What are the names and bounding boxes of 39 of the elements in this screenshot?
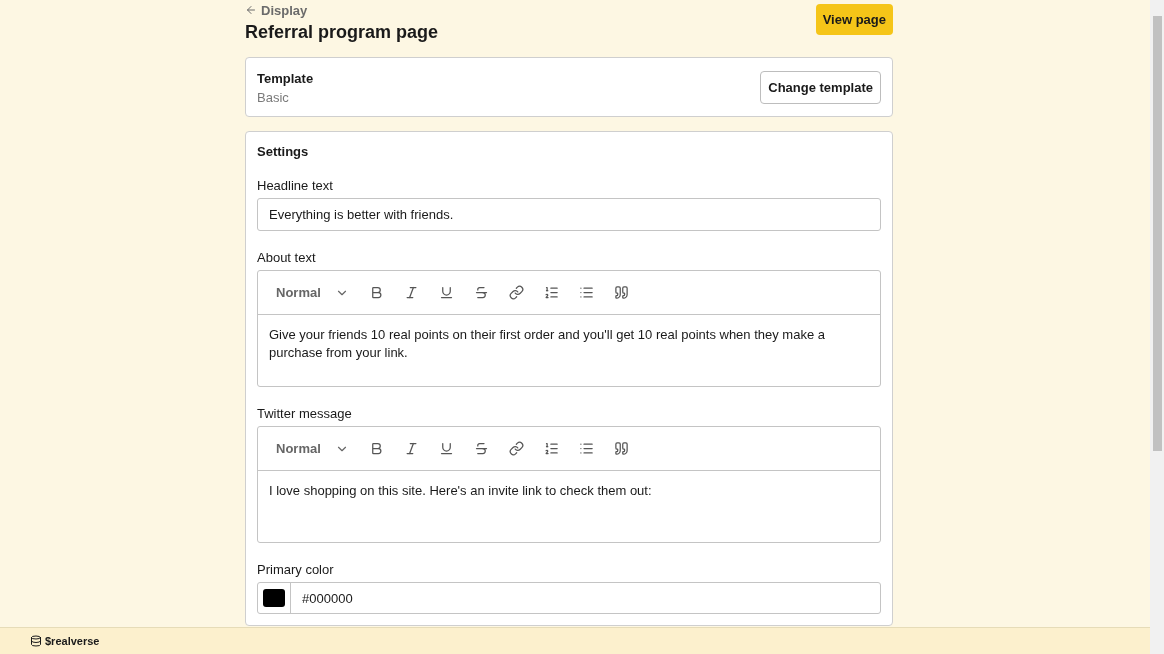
rich-text-editor[interactable]: Normal Give your friends 10 real points on their first order and you'll get 10 real points when they make a purchase from your link. xyxy=(257,270,881,387)
field-label: About text xyxy=(257,250,317,265)
brand-name: $realverse xyxy=(45,635,100,647)
bullet-list-button[interactable] xyxy=(578,441,594,456)
editor-text: Give your friends 10 real points on their first order and you'll get 10 real points when they make a purchase from your link. xyxy=(268,326,826,362)
change-template-button[interactable]: Change template xyxy=(760,70,881,104)
format-dropdown[interactable]: Normal xyxy=(276,285,349,300)
back-link[interactable]: Display xyxy=(245,2,308,18)
rich-text-editor[interactable]: Normal I love shopping on this site. Here's an invite link to check them out: xyxy=(257,426,881,543)
database-icon xyxy=(30,635,42,647)
input-field[interactable]: Everything is better with friends. xyxy=(257,198,881,231)
link-button[interactable] xyxy=(508,285,524,300)
underline-button[interactable] xyxy=(438,441,454,456)
field-label: Primary color xyxy=(257,562,335,577)
color-swatch[interactable] xyxy=(263,589,285,607)
numbered-list-button[interactable] xyxy=(543,441,559,456)
field-label: Headline text xyxy=(257,178,334,193)
quote-button[interactable] xyxy=(613,441,629,456)
view-page-button[interactable]: View page xyxy=(815,4,893,35)
italic-button[interactable] xyxy=(403,285,419,300)
strikethrough-button[interactable] xyxy=(473,285,489,300)
strikethrough-button[interactable] xyxy=(473,441,489,456)
arrow-left-icon xyxy=(245,4,257,16)
quote-button[interactable] xyxy=(613,285,629,300)
scrollbar[interactable] xyxy=(1150,0,1164,654)
page-title: Referral program page xyxy=(245,22,439,43)
editor-text: I love shopping on this site. Here's an invite link to check them out: xyxy=(268,482,653,500)
link-button[interactable] xyxy=(508,441,524,456)
underline-button[interactable] xyxy=(438,285,454,300)
italic-button[interactable] xyxy=(403,441,419,456)
settings-title: Settings xyxy=(257,144,310,159)
format-dropdown[interactable]: Normal xyxy=(276,441,349,456)
template-value: Basic xyxy=(257,90,290,105)
bullet-list-button[interactable] xyxy=(578,285,594,300)
numbered-list-button[interactable] xyxy=(543,285,559,300)
color-value: #000000 xyxy=(301,590,353,606)
field-label: Twitter message xyxy=(257,406,353,421)
template-label: Template xyxy=(257,71,314,86)
color-field[interactable]: #000000 xyxy=(257,582,881,614)
